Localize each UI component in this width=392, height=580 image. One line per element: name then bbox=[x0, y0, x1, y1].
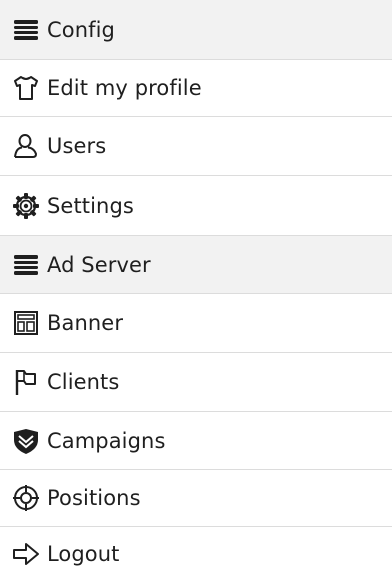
menu-item-label: Logout bbox=[47, 541, 120, 566]
menu-item-label: Campaigns bbox=[47, 428, 166, 453]
menu-item-positions[interactable]: Positions bbox=[0, 470, 392, 527]
menu-item-logout[interactable]: Logout bbox=[0, 527, 392, 580]
menu-item-label: Positions bbox=[47, 486, 141, 510]
menu-item-label: Ad Server bbox=[47, 252, 151, 277]
menu-item-clients[interactable]: Clients bbox=[0, 353, 392, 412]
shield-icon bbox=[9, 424, 43, 458]
arrow-right-icon bbox=[9, 537, 43, 571]
menu-item-campaigns[interactable]: Campaigns bbox=[0, 412, 392, 470]
menu-item-edit-profile[interactable]: Edit my profile bbox=[0, 60, 392, 117]
menu-item-label: Banner bbox=[47, 311, 124, 335]
menu-item-label: Users bbox=[47, 134, 107, 158]
stack-icon bbox=[9, 248, 43, 282]
menu-item-label: Edit my profile bbox=[47, 76, 202, 100]
user-icon bbox=[9, 129, 43, 163]
menu-item-settings[interactable]: Settings bbox=[0, 176, 392, 236]
menu-item-label: Clients bbox=[47, 370, 120, 394]
gear-icon bbox=[9, 189, 43, 223]
flag-icon bbox=[9, 365, 43, 399]
menu-item-label: Settings bbox=[47, 193, 134, 218]
stack-icon bbox=[9, 13, 43, 47]
menu-section-config[interactable]: Config bbox=[0, 0, 392, 60]
crosshair-icon bbox=[9, 481, 43, 515]
menu-item-label: Config bbox=[47, 17, 115, 42]
tshirt-icon bbox=[9, 71, 43, 105]
menu-section-ad-server[interactable]: Ad Server bbox=[0, 236, 392, 294]
menu-item-banner[interactable]: Banner bbox=[0, 294, 392, 353]
sidebar-menu: Config Edit my profile Users Settings Ad… bbox=[0, 0, 392, 580]
layout-icon bbox=[9, 306, 43, 340]
menu-item-users[interactable]: Users bbox=[0, 117, 392, 176]
